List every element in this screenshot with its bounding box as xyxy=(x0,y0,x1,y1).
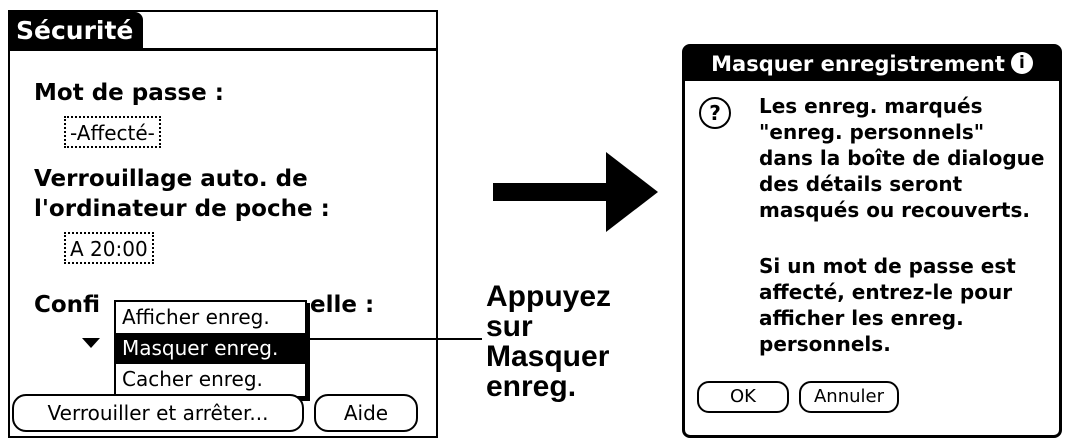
menu-item-mask[interactable]: Masquer enreg. xyxy=(116,333,305,364)
privacy-label-end: elle : xyxy=(310,292,375,318)
arrow-right-icon xyxy=(493,183,608,201)
password-field[interactable]: -Affecté- xyxy=(64,116,161,148)
question-icon: ? xyxy=(699,97,731,129)
callout-line-2: sur xyxy=(486,310,533,343)
dialog-message-2: Si un mot de passe est affecté, entrez-l… xyxy=(759,254,1016,356)
autolock-label-line2: l'ordinateur de poche : xyxy=(34,196,330,222)
dropdown-arrow-icon[interactable] xyxy=(82,338,100,348)
help-button[interactable]: Aide xyxy=(314,394,418,432)
menu-item-show[interactable]: Afficher enreg. xyxy=(116,302,305,333)
privacy-popup-menu[interactable]: Afficher enreg. Masquer enreg. Cacher en… xyxy=(114,300,307,398)
menu-item-hide[interactable]: Cacher enreg. xyxy=(116,364,305,395)
autolock-label-line1: Verrouillage auto. de xyxy=(34,166,308,192)
arrow-head-icon xyxy=(606,152,658,232)
callout-line-3: Masquer xyxy=(486,340,610,373)
dialog-title-bar: Masquer enregistrement i xyxy=(685,47,1059,81)
dialog-message-1: Les enreg. marqués "enreg. personnels" d… xyxy=(759,94,1045,222)
callout-line-1: Appuyez xyxy=(486,280,612,313)
callout-instruction: Appuyez sur Masquer enreg. xyxy=(486,282,636,402)
screen-title: Sécurité xyxy=(10,12,144,50)
autolock-field[interactable]: A 20:00 xyxy=(64,232,154,264)
security-screen: Sécurité Mot de passe : -Affecté- Verrou… xyxy=(8,10,438,438)
lock-and-turn-off-button[interactable]: Verrouiller et arrêter... xyxy=(12,394,304,432)
callout-line xyxy=(296,338,482,340)
title-divider xyxy=(10,48,436,51)
callout-line-4: enreg. xyxy=(486,370,577,403)
dialog-title: Masquer enregistrement xyxy=(711,52,1005,76)
ok-button[interactable]: OK xyxy=(697,381,789,413)
info-icon[interactable]: i xyxy=(1010,52,1033,74)
mask-records-dialog: Masquer enregistrement i ? Les enreg. mar… xyxy=(682,44,1062,438)
password-label: Mot de passe : xyxy=(34,80,224,106)
cancel-button[interactable]: Annuler xyxy=(799,381,899,413)
privacy-label-start: Confi xyxy=(34,292,101,318)
